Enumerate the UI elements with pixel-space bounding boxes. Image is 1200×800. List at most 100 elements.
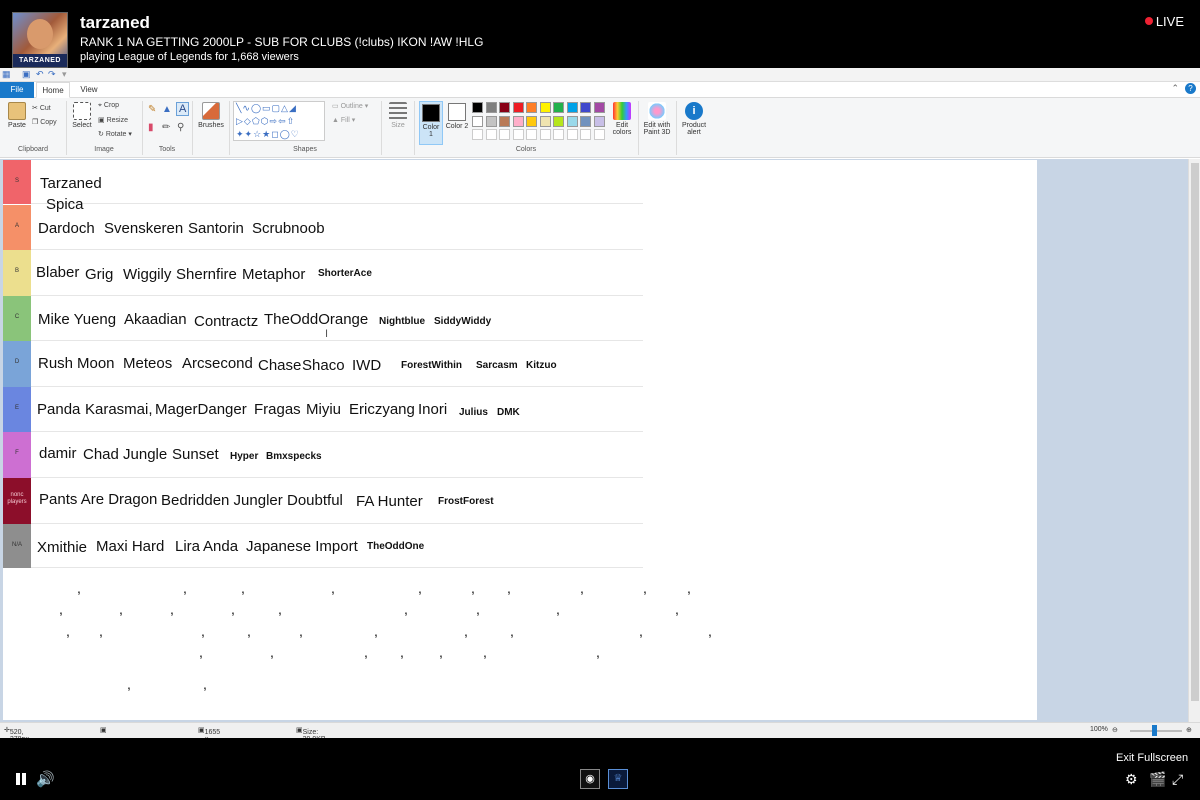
redo-icon[interactable]: ↷ bbox=[48, 69, 56, 80]
size-button[interactable]: Size bbox=[386, 102, 410, 129]
palette-swatch-empty[interactable] bbox=[566, 129, 578, 140]
rotate-button[interactable]: ↻ Rotate ▾ bbox=[98, 130, 132, 138]
screen: TARZANED tarzaned RANK 1 NA GETTING 2000… bbox=[0, 0, 1200, 800]
fill-icon: ▲ bbox=[332, 117, 339, 124]
fill-bucket-icon[interactable]: ▲ bbox=[162, 104, 172, 115]
palette-swatch[interactable] bbox=[472, 115, 483, 127]
extension-alien-icon[interactable]: ◉ bbox=[580, 769, 600, 789]
ribbon-separator bbox=[192, 101, 193, 155]
tier-label: S bbox=[3, 160, 31, 204]
palette-swatch[interactable] bbox=[539, 102, 551, 113]
canvas-workspace: S Tarzaned Spica A Dardoch Svenskeren Santorin… bbox=[0, 159, 1200, 722]
shapes-gallery[interactable]: ╲∿◯▭▢△◢ ▷◇⬠⬡⇨⇦⇧ ✦✦☆★◻◯♡ bbox=[233, 101, 325, 141]
pause-icon[interactable] bbox=[14, 772, 28, 786]
palette-swatch[interactable] bbox=[526, 102, 537, 113]
palette-swatch-empty[interactable] bbox=[539, 129, 551, 140]
tab-view[interactable]: View bbox=[72, 82, 106, 98]
channel-avatar[interactable]: TARZANED bbox=[12, 12, 68, 68]
color-picker-icon[interactable]: ✏ bbox=[162, 122, 170, 133]
palette-swatch[interactable] bbox=[485, 115, 497, 127]
outline-button[interactable]: ▭ Outline ▾ bbox=[332, 102, 368, 110]
select-button[interactable]: Select bbox=[70, 102, 94, 129]
edit-colors-button[interactable]: Edit colors bbox=[610, 102, 634, 136]
stray-comma-mark: , bbox=[77, 580, 81, 596]
paste-button[interactable]: Paste bbox=[6, 102, 28, 129]
scrollbar-thumb[interactable] bbox=[1191, 163, 1199, 701]
color2-button[interactable]: Color 2 bbox=[445, 101, 469, 145]
extension-crown-icon[interactable]: ♕ bbox=[608, 769, 628, 789]
player-name: Hyper bbox=[230, 451, 259, 462]
rainbow-icon bbox=[613, 102, 631, 120]
resize-button[interactable]: ▣ Resize bbox=[98, 116, 128, 124]
player-name: SiddyWiddy bbox=[434, 316, 492, 327]
clip-icon[interactable]: 🎬 bbox=[1149, 771, 1166, 788]
status-bar: ✛ 520, 278px ▣ ▣ 1655 × 877px ▣ Size: 29… bbox=[0, 722, 1200, 750]
palette-swatch[interactable] bbox=[485, 102, 497, 113]
product-alert-button[interactable]: i Product alert bbox=[679, 102, 709, 136]
palette-swatch[interactable] bbox=[512, 102, 524, 113]
paint3d-label: Edit with Paint 3D bbox=[643, 122, 671, 136]
palette-swatch[interactable] bbox=[580, 115, 591, 127]
player-name: Miyiu bbox=[306, 401, 342, 418]
fill-label: Fill bbox=[340, 117, 350, 124]
zoom-in-icon[interactable]: ⊕ bbox=[1186, 726, 1192, 734]
magnifier-icon[interactable]: ⚲ bbox=[177, 122, 184, 133]
palette-swatch[interactable] bbox=[566, 115, 578, 127]
player-name: Pants Are Dragon bbox=[39, 491, 158, 508]
fill-button[interactable]: ▲ Fill ▾ bbox=[332, 116, 355, 124]
pencil-icon[interactable]: ✎ bbox=[148, 104, 156, 115]
crop-button[interactable]: ⌖ Crop bbox=[98, 102, 119, 110]
volume-icon[interactable]: 🔊 bbox=[36, 770, 55, 788]
exit-fullscreen-button[interactable]: Exit Fullscreen bbox=[1116, 752, 1188, 764]
stray-comma-mark: , bbox=[270, 644, 274, 660]
channel-name[interactable]: tarzaned bbox=[80, 13, 150, 33]
palette-swatch[interactable] bbox=[512, 115, 524, 127]
brushes-button[interactable]: Brushes bbox=[196, 102, 226, 129]
tab-home[interactable]: Home bbox=[36, 82, 70, 98]
paint3d-button[interactable]: Edit with Paint 3D bbox=[641, 102, 673, 136]
palette-swatch[interactable] bbox=[526, 115, 537, 127]
paste-label: Paste bbox=[8, 122, 26, 129]
palette-swatch-empty[interactable] bbox=[512, 129, 524, 140]
stray-comma-mark: , bbox=[201, 623, 205, 639]
vertical-scrollbar[interactable] bbox=[1188, 159, 1200, 722]
color1-button[interactable]: Color 1 bbox=[419, 101, 443, 145]
paint-app-icon[interactable]: ▦ bbox=[2, 69, 11, 80]
help-icon[interactable]: ? bbox=[1185, 83, 1196, 94]
copy-button[interactable]: ❐ Copy bbox=[32, 118, 57, 126]
qat-dropdown-icon[interactable]: ▾ bbox=[62, 69, 67, 80]
stray-comma-mark: , bbox=[247, 623, 251, 639]
palette-swatch[interactable] bbox=[580, 102, 591, 113]
palette-swatch[interactable] bbox=[499, 115, 510, 127]
palette-swatch[interactable] bbox=[539, 115, 551, 127]
palette-swatch[interactable] bbox=[472, 102, 483, 113]
palette-swatch[interactable] bbox=[499, 102, 510, 113]
palette-swatch[interactable] bbox=[553, 115, 564, 127]
palette-swatch-empty[interactable] bbox=[485, 129, 497, 140]
palette-swatch-empty[interactable] bbox=[580, 129, 591, 140]
tab-file[interactable]: File bbox=[0, 82, 34, 98]
palette-swatch-empty[interactable] bbox=[499, 129, 510, 140]
gear-icon[interactable]: ⚙ bbox=[1125, 771, 1138, 788]
palette-swatch[interactable] bbox=[566, 102, 578, 113]
palette-swatch-empty[interactable] bbox=[472, 129, 483, 140]
stray-comma-mark: , bbox=[510, 623, 514, 639]
undo-icon[interactable]: ↶ bbox=[36, 69, 44, 80]
palette-swatch-empty[interactable] bbox=[553, 129, 564, 140]
exit-fullscreen-icon[interactable]: ⤢ bbox=[1172, 771, 1183, 788]
palette-swatch[interactable] bbox=[593, 102, 605, 113]
palette-swatch-empty[interactable] bbox=[526, 129, 537, 140]
minimize-ribbon-icon[interactable]: ⌃ bbox=[1171, 83, 1179, 93]
zoom-out-icon[interactable]: ⊖ bbox=[1112, 726, 1118, 734]
text-tool-icon[interactable]: A bbox=[176, 102, 190, 116]
palette-swatch[interactable] bbox=[593, 115, 605, 127]
zoom-slider-thumb[interactable] bbox=[1152, 725, 1157, 736]
palette-swatch-empty[interactable] bbox=[593, 129, 605, 140]
player-name: Doubtful bbox=[287, 492, 343, 509]
palette-swatch[interactable] bbox=[553, 102, 564, 113]
cut-button[interactable]: ✂ Cut bbox=[32, 104, 51, 112]
color-palette bbox=[472, 102, 608, 142]
drawing-canvas[interactable]: S Tarzaned Spica A Dardoch Svenskeren Santorin… bbox=[3, 160, 1037, 720]
eraser-icon[interactable]: ▮ bbox=[148, 122, 154, 133]
save-icon[interactable]: ▣ bbox=[22, 69, 31, 80]
